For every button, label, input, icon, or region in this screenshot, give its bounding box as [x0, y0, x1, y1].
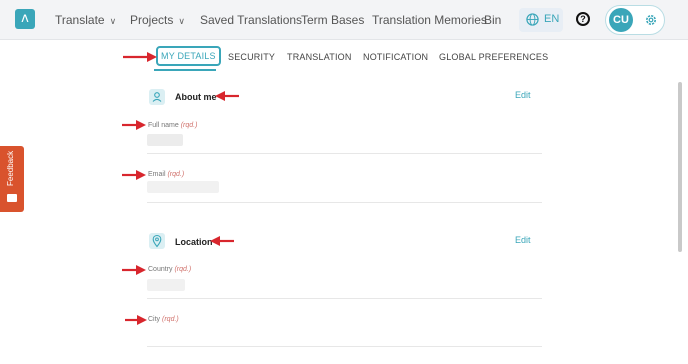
annotation-arrow-right: [122, 170, 146, 180]
globe-icon: [526, 13, 539, 26]
full-name-label-text: Full name: [148, 122, 179, 129]
app-logo[interactable]: ʌ: [15, 9, 35, 29]
nav-saved-translations[interactable]: Saved Translations: [200, 13, 302, 27]
location-pin-icon: [149, 233, 165, 249]
required-marker: (rqd.): [180, 122, 198, 129]
gear-icon[interactable]: [644, 13, 658, 27]
required-marker: (rqd.): [174, 266, 192, 273]
language-selector[interactable]: EN: [519, 8, 563, 32]
full-name-value-redacted: [147, 134, 183, 146]
about-me-edit-link[interactable]: Edit: [515, 90, 531, 100]
scrollbar-thumb[interactable]: [678, 82, 682, 252]
city-label: City (rqd.): [148, 316, 179, 323]
feedback-tab[interactable]: Feedback: [0, 146, 24, 212]
tab-security[interactable]: SECURITY: [228, 52, 275, 62]
nav-projects-label: Projects: [130, 13, 174, 27]
divider: [147, 298, 542, 299]
nav-bin[interactable]: Bin: [484, 13, 501, 27]
annotation-arrow-right: [122, 120, 146, 130]
active-tab-indicator: [154, 69, 216, 71]
annotation-arrow-left: [210, 236, 234, 246]
country-value-redacted: [147, 279, 185, 291]
tab-notification[interactable]: NOTIFICATION: [363, 52, 428, 62]
email-value-redacted: [147, 181, 219, 193]
country-label-text: Country: [148, 266, 173, 273]
location-edit-link[interactable]: Edit: [515, 235, 531, 245]
nav-term-bases[interactable]: Term Bases: [301, 13, 364, 27]
about-me-title: About me: [175, 92, 217, 102]
divider: [147, 153, 542, 154]
full-name-label: Full name (rqd.): [148, 122, 197, 129]
annotation-arrow-right: [125, 315, 147, 325]
avatar[interactable]: CU: [609, 8, 633, 32]
chevron-down-icon: ∨: [109, 16, 117, 26]
country-label: Country (rqd.): [148, 266, 191, 273]
annotation-arrow-left: [215, 91, 239, 101]
feedback-label: Feedback: [6, 150, 15, 186]
chevron-down-icon: ∨: [178, 16, 185, 26]
tab-my-details[interactable]: MY DETAILS: [156, 46, 221, 66]
tab-global-preferences[interactable]: GLOBAL PREFERENCES: [439, 52, 548, 62]
email-label: Email (rqd.): [148, 171, 184, 178]
person-icon: [149, 89, 165, 105]
annotation-arrow-right: [122, 265, 146, 275]
divider: [147, 202, 542, 203]
tab-translation[interactable]: TRANSLATION: [287, 52, 352, 62]
language-label: EN: [544, 13, 560, 25]
nav-translate-label: Translate: [55, 13, 105, 27]
location-title: Location: [175, 237, 213, 247]
annotation-arrow-right: [123, 52, 157, 62]
nav-translate[interactable]: Translate ∨: [55, 13, 116, 27]
required-marker: (rqd.): [167, 171, 185, 178]
divider: [147, 346, 542, 347]
required-marker: (rqd.): [162, 316, 179, 323]
nav-translation-memories[interactable]: Translation Memories: [372, 13, 487, 27]
top-navigation-bar: ʌ Translate ∨ Projects ∨ Saved Translation…: [0, 0, 688, 40]
help-icon[interactable]: ?: [576, 12, 590, 26]
city-label-text: City: [148, 316, 161, 323]
user-menu[interactable]: CU: [605, 5, 665, 35]
email-label-text: Email: [148, 171, 166, 178]
nav-projects[interactable]: Projects ∨: [130, 13, 185, 27]
inbox-icon: [7, 194, 17, 202]
